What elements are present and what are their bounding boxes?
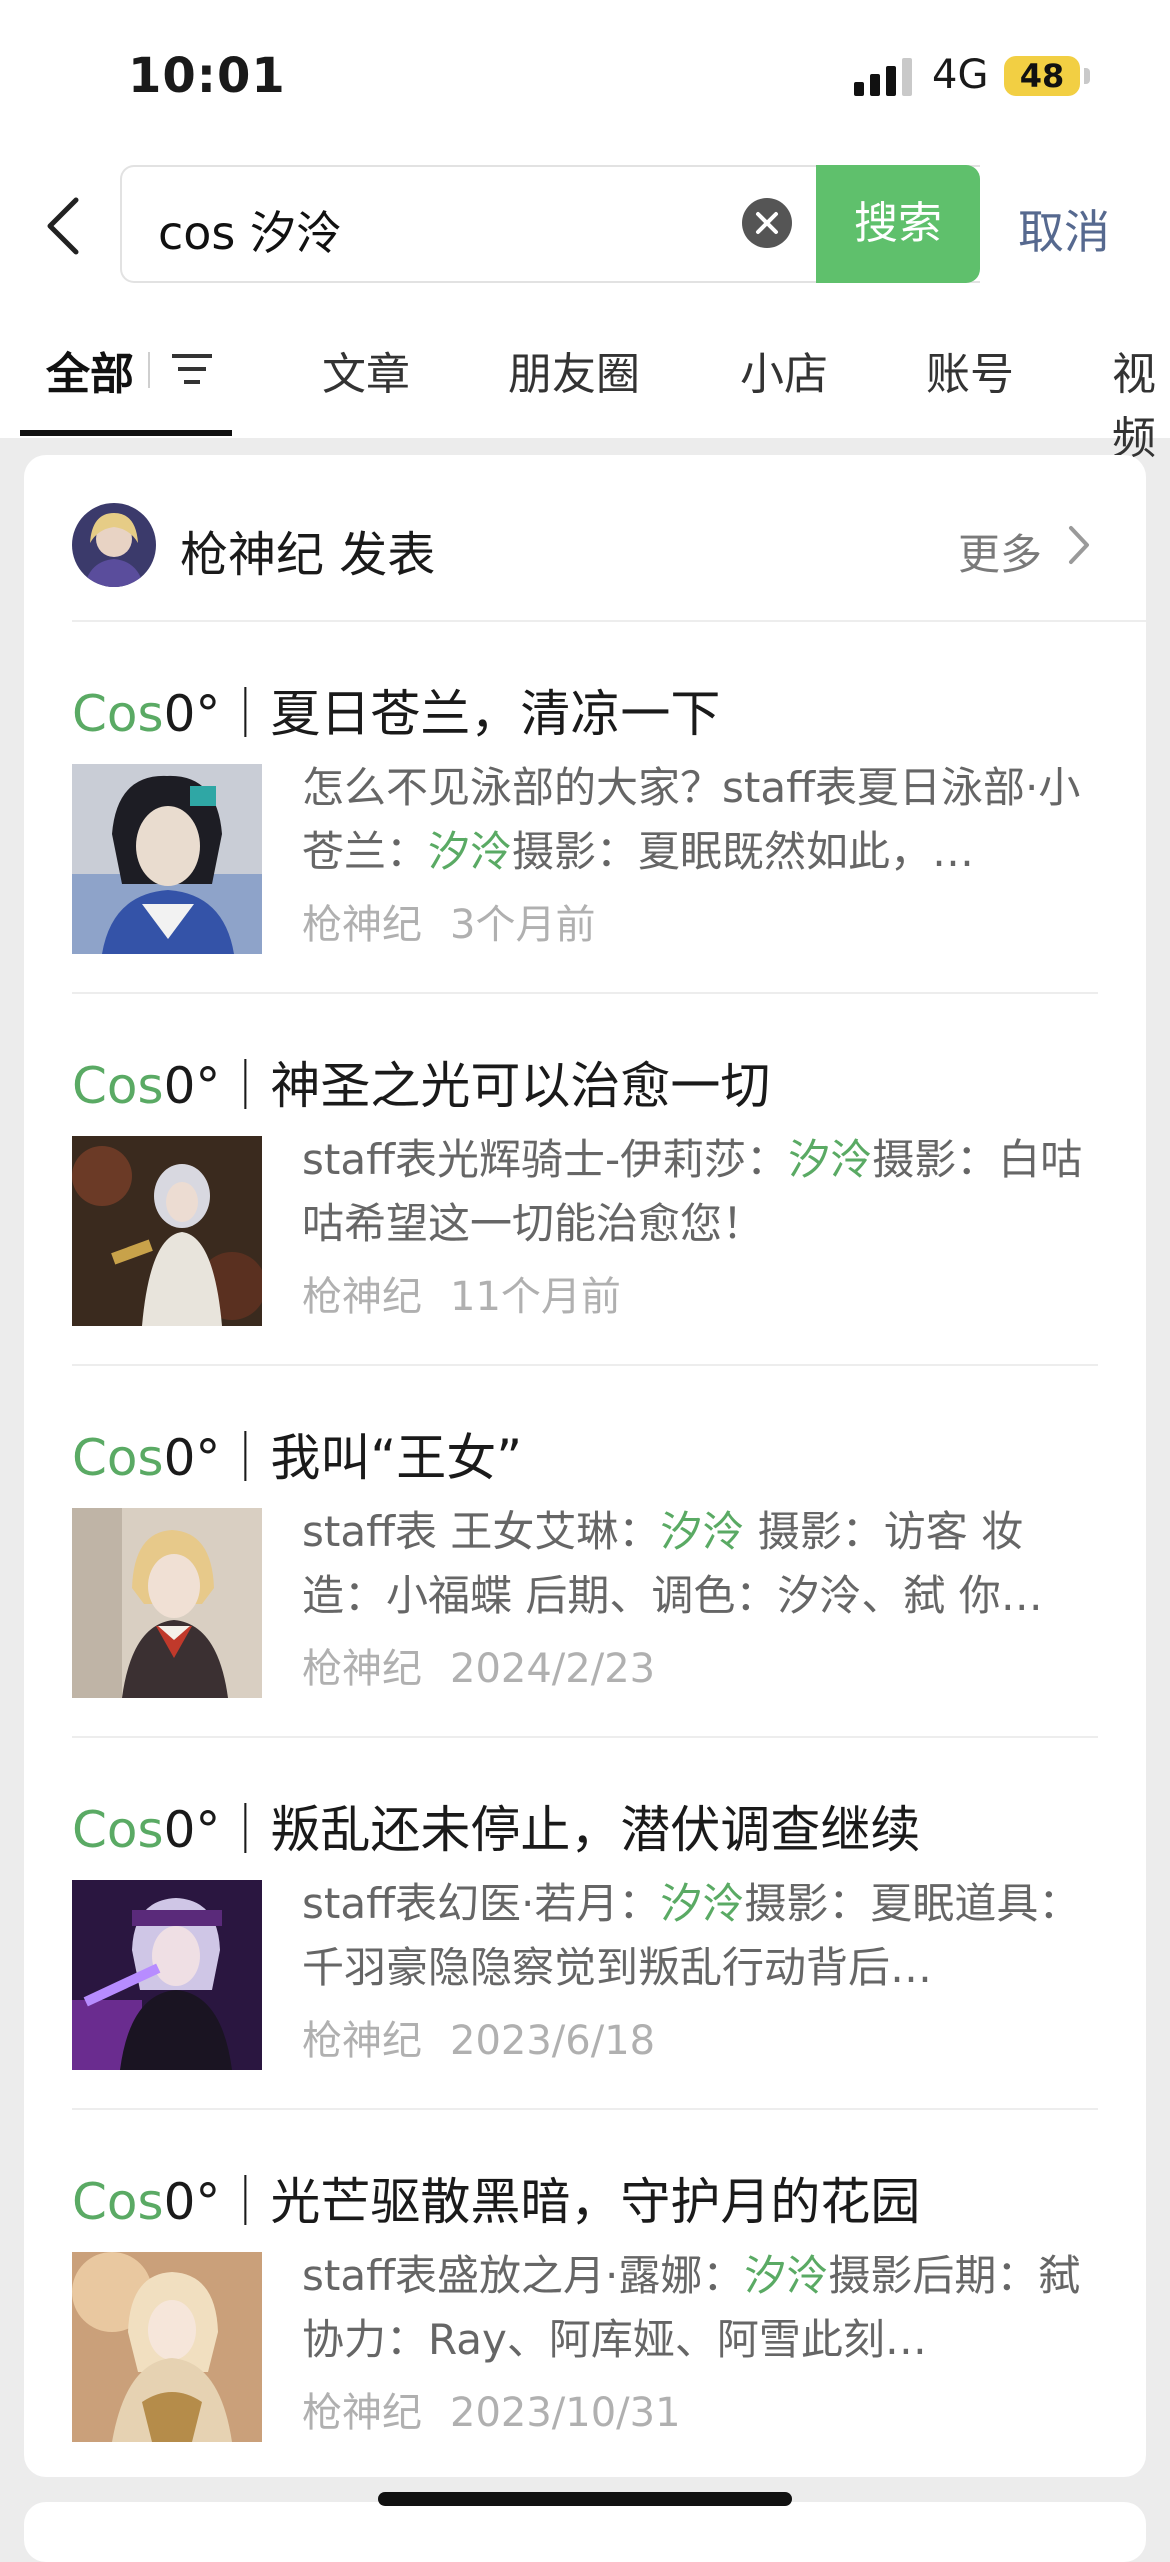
desc-keyword: 汐泠: [660, 1507, 745, 1556]
desc-text: staff表光辉骑士-伊莉莎：: [302, 1135, 789, 1184]
search-query[interactable]: cos 汐泠: [158, 197, 342, 263]
chevron-right-icon[interactable]: [1068, 525, 1090, 565]
title-keyword: Cos: [72, 1057, 164, 1115]
article-time: 2023/6/18: [450, 2018, 656, 2064]
article-author: 枪神纪: [302, 2018, 422, 2064]
article-meta: 枪神纪 11个月前: [302, 1264, 621, 1322]
article-description: staff表幻医·若月：汐泠摄影：夏眠道具：千羽豪隐隐察觉到叛乱行动背后…: [302, 1872, 1098, 2000]
title-keyword: Cos: [72, 685, 164, 743]
article-title[interactable]: Cos0°｜叛乱还未停止，潜伏调查继续: [72, 1790, 920, 1862]
clear-icon[interactable]: [742, 198, 792, 248]
article-thumbnail[interactable]: [72, 764, 262, 954]
desc-keyword: 汐泠: [428, 827, 513, 876]
desc-keyword: 汐泠: [744, 2251, 829, 2300]
next-results-card: [24, 2502, 1146, 2562]
article-author: 枪神纪: [302, 2390, 422, 2436]
desc-text: staff表盛放之月·露娜：: [302, 2251, 745, 2300]
article-time: 2024/2/23: [450, 1646, 656, 1692]
home-indicator[interactable]: [378, 2492, 792, 2506]
article-author: 枪神纪: [302, 1646, 422, 1692]
publisher-name[interactable]: 枪神纪 发表: [180, 515, 435, 585]
article-author: 枪神纪: [302, 902, 422, 948]
search-button[interactable]: 搜索: [816, 165, 980, 283]
article-meta: 枪神纪 2023/10/31: [302, 2380, 681, 2438]
results-card: 枪神纪 发表 更多 Cos0°｜夏日苍兰，清凉一下 怎么不见泳部的大家？staf…: [24, 455, 1146, 2477]
article-meta: 枪神纪 2024/2/23: [302, 1636, 655, 1694]
title-text: 0°｜叛乱还未停止，潜伏调查继续: [163, 1801, 921, 1859]
avatar[interactable]: [72, 503, 156, 587]
back-arrow-icon[interactable]: [44, 196, 84, 256]
cellular-signal-icon: [854, 58, 912, 96]
desc-keyword: 汐泠: [660, 1879, 745, 1928]
tab-all[interactable]: 全部: [46, 338, 134, 402]
title-text: 0°｜夏日苍兰，清凉一下: [163, 685, 721, 743]
tab-divider: [148, 352, 150, 388]
article-description: staff表光辉骑士-伊莉莎：汐泠摄影：白咕咕希望这一切能治愈您！: [302, 1128, 1098, 1256]
article-thumbnail[interactable]: [72, 1880, 262, 2070]
battery-level: 48: [1019, 57, 1065, 95]
list-item[interactable]: Cos0°｜光芒驱散黑暗，守护月的花园 staff表盛放之月·露娜：汐泠摄影后期…: [72, 2110, 1098, 2482]
header-area: 10:01 4G 48 cos 汐泠 搜索 取消 全部 文章 朋友圈 小店 账号…: [0, 0, 1170, 464]
title-text: 0°｜神圣之光可以治愈一切: [163, 1057, 771, 1115]
article-thumbnail[interactable]: [72, 1508, 262, 1698]
article-time: 11个月前: [450, 1274, 621, 1320]
desc-text: staff表幻医·若月：: [302, 1879, 661, 1928]
desc-keyword: 汐泠: [788, 1135, 873, 1184]
title-keyword: Cos: [72, 1801, 164, 1859]
article-time: 2023/10/31: [450, 2390, 681, 2436]
tab-active-indicator: [20, 430, 232, 436]
tab-moments[interactable]: 朋友圈: [508, 338, 640, 402]
article-meta: 枪神纪 2023/6/18: [302, 2008, 655, 2066]
cancel-button[interactable]: 取消: [1018, 196, 1110, 262]
title-text: 0°｜光芒驱散黑暗，守护月的花园: [163, 2173, 921, 2231]
list-item[interactable]: Cos0°｜夏日苍兰，清凉一下 怎么不见泳部的大家？staff表夏日泳部·小苍兰…: [72, 622, 1098, 994]
more-link[interactable]: 更多: [958, 521, 1042, 582]
title-keyword: Cos: [72, 1429, 164, 1487]
article-title[interactable]: Cos0°｜神圣之光可以治愈一切: [72, 1046, 770, 1118]
article-thumbnail[interactable]: [72, 2252, 262, 2442]
battery-icon: 48: [1004, 56, 1080, 96]
tab-shop[interactable]: 小店: [740, 338, 828, 402]
list-item[interactable]: Cos0°｜叛乱还未停止，潜伏调查继续 staff表幻医·若月：汐泠摄影：夏眠道…: [72, 1738, 1098, 2110]
filter-icon[interactable]: [170, 350, 214, 388]
article-author: 枪神纪: [302, 1274, 422, 1320]
title-keyword: Cos: [72, 2173, 164, 2231]
title-text: 0°｜我叫“王女”: [163, 1429, 523, 1487]
article-title[interactable]: Cos0°｜夏日苍兰，清凉一下: [72, 674, 720, 746]
article-title[interactable]: Cos0°｜我叫“王女”: [72, 1418, 522, 1490]
list-item[interactable]: Cos0°｜神圣之光可以治愈一切 staff表光辉骑士-伊莉莎：汐泠摄影：白咕咕…: [72, 994, 1098, 1366]
tab-articles[interactable]: 文章: [322, 338, 410, 402]
tab-videos[interactable]: 视频: [1112, 338, 1170, 466]
desc-text: staff表 王女艾琳：: [302, 1507, 661, 1556]
article-time: 3个月前: [450, 902, 596, 948]
article-description: staff表盛放之月·露娜：汐泠摄影后期：弑协力：Ray、阿库娅、阿雪此刻…: [302, 2244, 1098, 2372]
list-item[interactable]: Cos0°｜我叫“王女” staff表 王女艾琳：汐泠 摄影：访客 妆造：小福蝶…: [72, 1366, 1098, 1738]
network-type: 4G: [932, 52, 989, 98]
tab-accounts[interactable]: 账号: [926, 338, 1014, 402]
article-description: 怎么不见泳部的大家？staff表夏日泳部·小苍兰：汐泠摄影：夏眠既然如此，…: [302, 756, 1098, 884]
status-time: 10:01: [128, 48, 286, 104]
battery-tip: [1084, 68, 1090, 84]
article-description: staff表 王女艾琳：汐泠 摄影：访客 妆造：小福蝶 后期、调色：汐泠、弑 你…: [302, 1500, 1098, 1628]
desc-text: 摄影：夏眠既然如此，…: [512, 827, 975, 876]
article-meta: 枪神纪 3个月前: [302, 892, 595, 950]
article-title[interactable]: Cos0°｜光芒驱散黑暗，守护月的花园: [72, 2162, 920, 2234]
article-thumbnail[interactable]: [72, 1136, 262, 1326]
